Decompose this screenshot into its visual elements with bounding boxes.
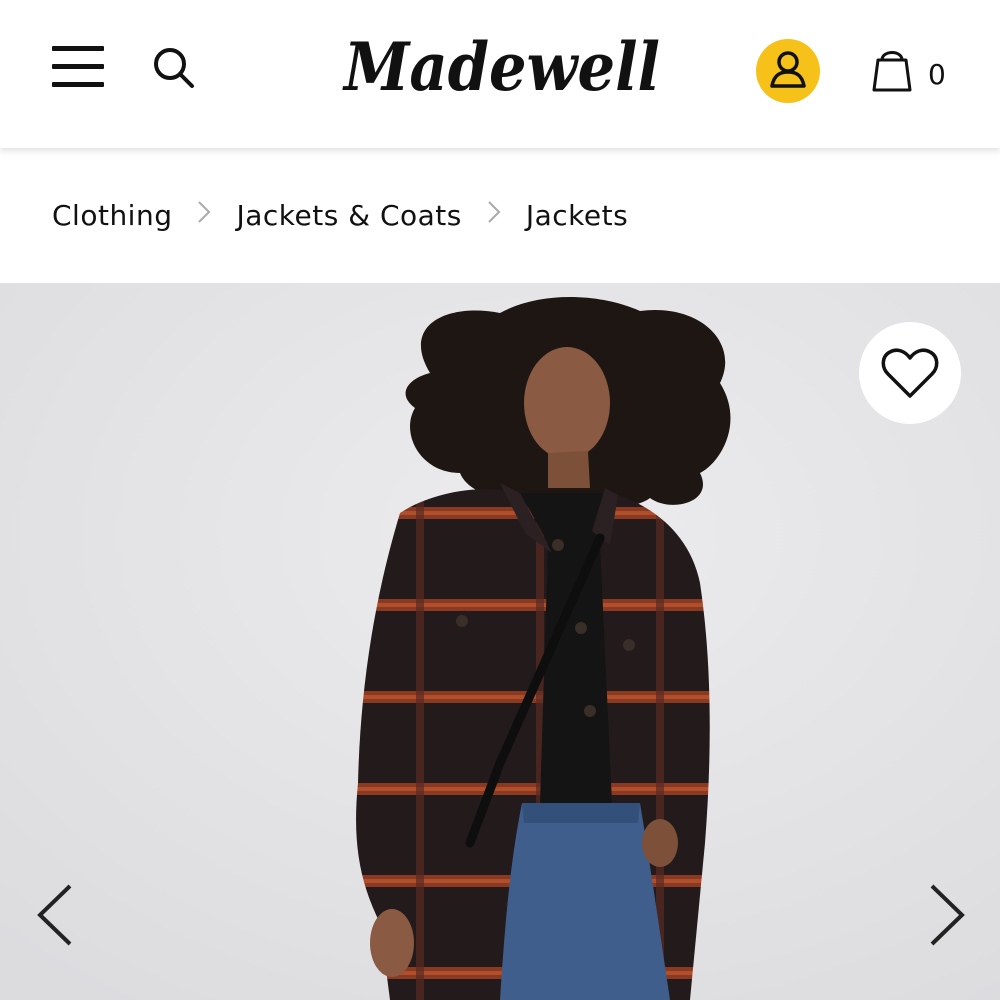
cart-count: 0 [928,58,946,91]
breadcrumb-item-clothing[interactable]: Clothing [52,199,172,232]
search-icon[interactable] [148,42,200,94]
previous-image-button[interactable] [32,878,92,952]
chevron-right-icon [172,197,236,234]
breadcrumb: Clothing Jackets & Coats Jackets [52,190,628,240]
chevron-left-icon [37,884,72,946]
model-photo [0,283,1000,1000]
chevron-right-icon [930,884,965,946]
hamburger-menu-icon[interactable] [48,40,108,94]
chevron-right-icon [462,197,526,234]
account-button[interactable] [756,39,820,103]
shopping-bag-icon [872,51,912,92]
heart-icon [881,348,939,398]
cart-button[interactable]: 0 [868,44,958,100]
logo-text: Madewell [342,28,660,106]
madewell-logo[interactable]: Madewell [338,18,668,118]
breadcrumb-item-jackets[interactable]: Jackets [526,199,628,232]
user-icon [770,51,806,88]
product-image[interactable] [0,283,1000,1000]
next-image-button[interactable] [912,878,972,952]
site-header: Madewell 0 [0,0,1000,148]
wishlist-button[interactable] [859,322,961,424]
breadcrumb-item-jackets-coats[interactable]: Jackets & Coats [236,199,461,232]
